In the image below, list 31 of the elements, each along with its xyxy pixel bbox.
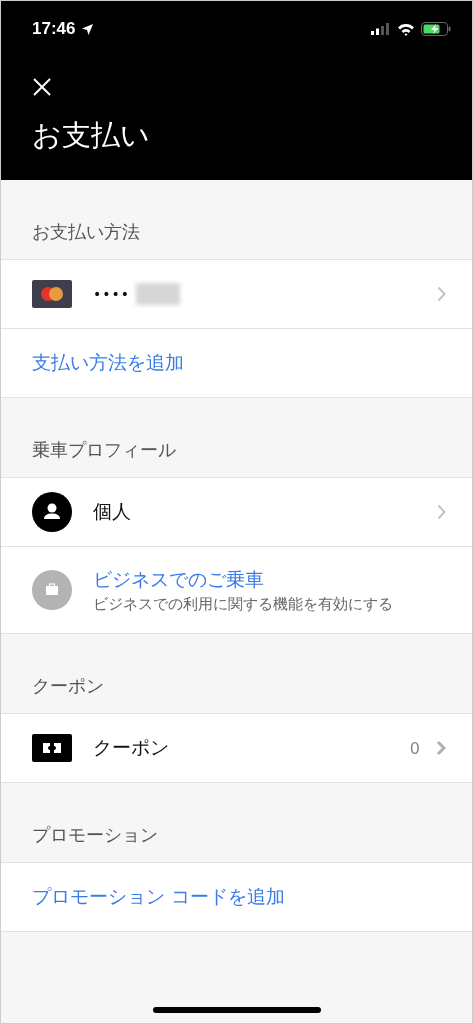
card-number: •••• [93, 286, 131, 302]
status-time: 17:46 [32, 19, 76, 39]
section-heading: クーポン [32, 674, 104, 698]
coupon-count: 0 [409, 738, 420, 758]
business-row[interactable]: ビジネスでのご乗車 ビジネスでの利用に関する機能を有効にする [1, 547, 472, 634]
business-title: ビジネスでのご乗車 [93, 566, 265, 592]
wifi-icon [397, 22, 415, 36]
page-title: お支払い [32, 118, 151, 153]
redacted-block [136, 283, 181, 305]
profile-row[interactable]: 個人 [1, 478, 472, 547]
ticket-icon [32, 734, 72, 762]
section-heading: お支払い方法 [32, 220, 140, 244]
profile-label: 個人 [93, 499, 131, 524]
briefcase-icon [32, 570, 72, 610]
section-heading: プロモーション [32, 823, 158, 847]
chevron-icon [437, 504, 446, 520]
close-button[interactable] [32, 77, 52, 97]
signal-icon [371, 23, 391, 35]
chevron-icon [437, 286, 446, 302]
payment-card-row[interactable]: •••• [1, 260, 472, 329]
add-link[interactable]: 支払い方法を追加 [32, 350, 184, 376]
close-icon [32, 77, 52, 97]
coupon-row[interactable]: クーポン 0 [1, 714, 472, 783]
section-heading: 乗車プロフィール [32, 438, 176, 462]
chevron-icon [436, 740, 446, 756]
coupon-label: クーポン [93, 735, 169, 760]
battery-icon [421, 22, 451, 36]
location-arrow-icon [81, 22, 95, 36]
card-icon [32, 280, 72, 308]
person-icon [32, 492, 72, 532]
business-subtitle: ビジネスでの利用に関する機能を有効にする [93, 594, 393, 614]
